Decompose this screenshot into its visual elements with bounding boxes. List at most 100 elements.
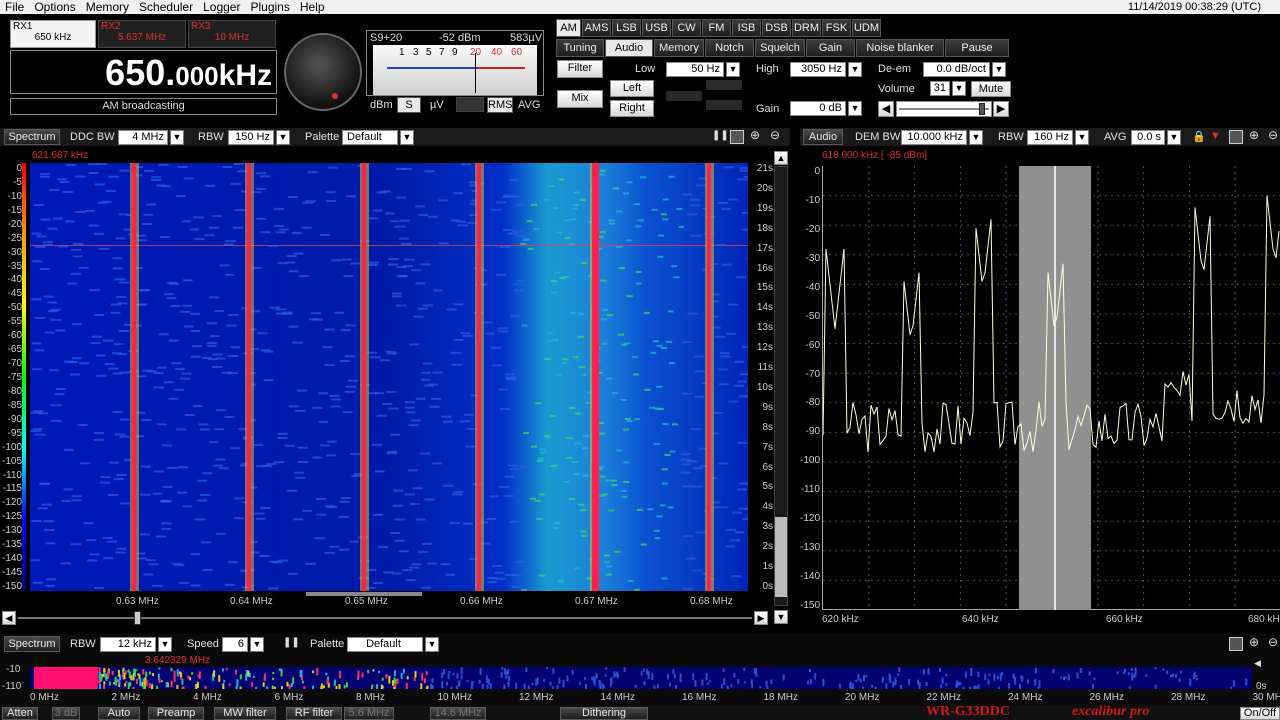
wideband-save-icon[interactable] [1229,637,1243,651]
audio-save-icon[interactable] [1229,130,1243,144]
mode-am[interactable]: AM [556,19,581,37]
volume-thumb[interactable] [979,103,985,115]
mode-usb[interactable]: USB [642,19,671,37]
rbw-field[interactable]: 150 Hz [228,130,274,145]
wideband-palette-field[interactable]: Default [347,637,423,652]
audio-zoom-out-icon[interactable]: ⊖ [1268,128,1280,142]
wideband-rbw-dropdown-icon[interactable]: ▼ [158,637,172,652]
palette-field[interactable]: Default [342,130,398,145]
avg-button[interactable]: AVG [518,99,540,111]
pause-icon[interactable]: ❚❚ [712,130,729,144]
tuning-knob[interactable] [284,33,362,111]
scroll-left-icon[interactable]: ◀ [2,611,16,625]
spectrum-title[interactable]: Spectrum [4,129,60,145]
auto-button[interactable]: Auto [98,707,140,720]
horizontal-scroll-thumb[interactable] [134,611,141,625]
tab-gain[interactable]: Gain [806,39,855,57]
deem-dropdown-icon[interactable]: ▼ [992,62,1006,77]
speed-dropdown-icon[interactable]: ▼ [250,637,264,652]
ddcbw-field[interactable]: 4 MHz [118,130,168,145]
scroll-up-icon[interactable]: ▲ [774,151,788,165]
menu-logger[interactable]: Logger [198,0,245,14]
wideband-collapse-icon[interactable]: ◀ [1254,658,1268,672]
menu-file[interactable]: File [0,0,29,14]
lock-icon[interactable]: 🔒 [1192,130,1206,144]
right-button[interactable]: Right [610,100,654,117]
mode-cw[interactable]: CW [672,19,701,37]
scroll-down-icon[interactable]: ▼ [774,610,788,624]
unit-dbm[interactable]: dBm [370,99,393,111]
tab-noise-blanker[interactable]: Noise blanker [856,39,944,57]
tab-notch[interactable]: Notch [705,39,754,57]
frequency-display[interactable]: 650.000kHz [10,50,277,94]
audio-zoom-in-icon[interactable]: ⊕ [1249,128,1263,142]
tab-memory[interactable]: Memory [654,39,704,57]
unit-s-button[interactable]: S [397,97,421,113]
wideband-title[interactable]: Spectrum [4,636,60,652]
mute-button[interactable]: Mute [971,81,1011,97]
volume-left-icon[interactable]: ◀ [878,101,894,117]
mode-udm[interactable]: UDM [852,19,881,37]
audio-rbw-field[interactable]: 160 Hz [1027,130,1073,145]
left-button[interactable]: Left [610,80,654,97]
unit-uv[interactable]: µV [430,99,444,111]
mode-fm[interactable]: FM [702,19,731,37]
on-off-button[interactable]: On/Off [1240,707,1280,720]
menu-plugins[interactable]: Plugins [245,0,294,14]
speed-field[interactable]: 6 [222,637,248,652]
atten-value[interactable]: 3 dB [52,707,80,720]
tab-squelch[interactable]: Squelch [755,39,805,57]
mw-filter-button[interactable]: MW filter [214,707,276,720]
audio-spectrum-plot[interactable] [822,166,1280,610]
zoom-out-icon[interactable]: ⊖ [770,128,784,142]
gain-field[interactable]: 0 dB [790,101,846,116]
vertical-scroll-thumb[interactable] [775,517,787,597]
mode-drm[interactable]: DRM [792,19,821,37]
ddcbw-dropdown-icon[interactable]: ▼ [170,130,184,145]
rms-button[interactable]: RMS [487,97,513,113]
volume-slider[interactable] [896,101,992,117]
marker-icon[interactable]: ▼ [1210,130,1222,144]
avg-field[interactable]: 0.0 s [1131,130,1165,145]
horizontal-scrollbar[interactable] [18,617,752,619]
rx3-tab[interactable]: RX3 10 MHz [188,20,276,48]
volume-dropdown-icon[interactable]: ▼ [952,81,966,96]
mode-isb[interactable]: ISB [732,19,761,37]
mix-button[interactable]: Mix [557,90,603,108]
unit-blank-button[interactable] [456,97,484,112]
avg-dropdown-icon[interactable]: ▼ [1167,130,1181,145]
rf-filter-low[interactable]: 5.6 MHz [344,707,394,720]
volume-right-icon[interactable]: ▶ [993,101,1009,117]
rx2-tab[interactable]: RX2 5.637 MHz [98,20,186,48]
atten-button[interactable]: Atten [2,707,38,720]
save-icon[interactable] [730,130,744,144]
wideband-waterfall[interactable] [30,667,1252,695]
rbw-dropdown-icon[interactable]: ▼ [276,130,290,145]
rf-filter-high[interactable]: 14.6 MHz [430,707,486,720]
waterfall[interactable] [30,163,757,593]
filter-button[interactable]: Filter [557,60,603,78]
scroll-right-icon[interactable]: ▶ [754,611,768,625]
deem-field[interactable]: 0.0 dB/oct [923,62,990,77]
zoom-in-icon[interactable]: ⊕ [750,128,764,142]
rf-filter-button[interactable]: RF filter [286,707,342,720]
volume-field[interactable]: 31 [930,81,950,96]
vertical-scrollbar[interactable] [774,166,788,606]
tab-tuning[interactable]: Tuning [556,39,604,57]
wideband-pause-icon[interactable]: ❚❚ [283,637,300,651]
mode-fsk[interactable]: FSK [822,19,851,37]
low-field[interactable]: 50 Hz [666,62,724,77]
high-dropdown-icon[interactable]: ▼ [848,62,862,77]
preamp-button[interactable]: Preamp [148,707,204,720]
audio-title[interactable]: Audio [803,129,843,145]
tab-audio[interactable]: Audio [605,39,653,57]
gain-dropdown-icon[interactable]: ▼ [848,101,862,116]
high-field[interactable]: 3050 Hz [790,62,846,77]
rx1-tab[interactable]: RX1 650 kHz [10,20,96,48]
wideband-palette-dropdown-icon[interactable]: ▼ [425,637,439,652]
menu-scheduler[interactable]: Scheduler [134,0,198,14]
tab-pause[interactable]: Pause [945,39,1009,57]
wideband-zoom-out-icon[interactable]: ⊖ [1268,635,1280,649]
menu-options[interactable]: Options [29,0,80,14]
mode-lsb[interactable]: LSB [612,19,641,37]
